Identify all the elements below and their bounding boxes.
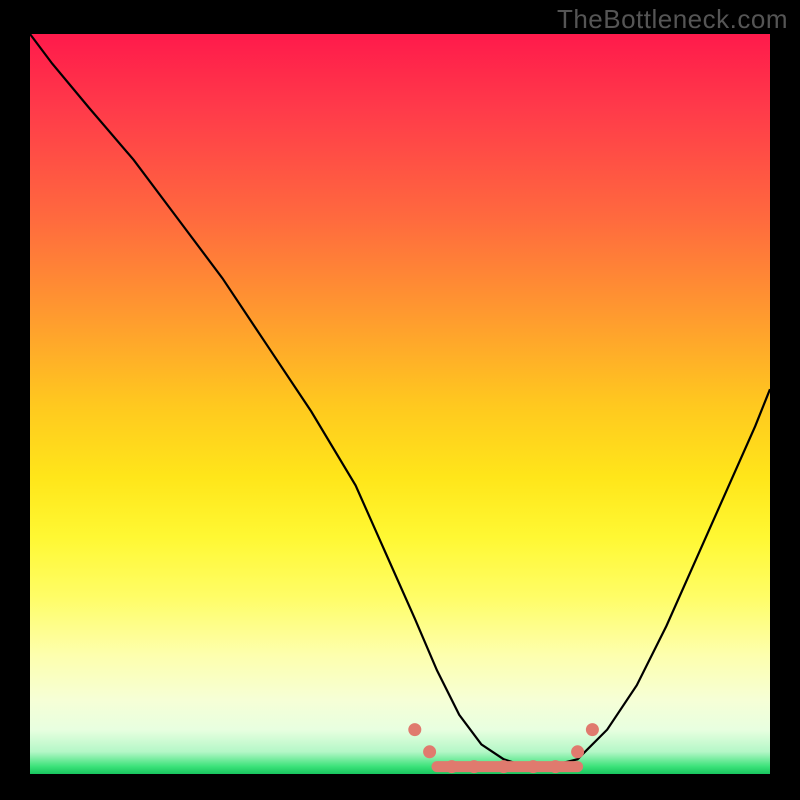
chart-svg bbox=[0, 0, 800, 800]
bottleneck-curve bbox=[30, 34, 770, 767]
valley-marker bbox=[445, 760, 458, 773]
valley-marker bbox=[497, 760, 510, 773]
valley-marker bbox=[586, 723, 599, 736]
valley-marker bbox=[549, 760, 562, 773]
valley-marker bbox=[423, 745, 436, 758]
valley-marker bbox=[468, 760, 481, 773]
watermark-text: TheBottleneck.com bbox=[557, 4, 788, 35]
outer-frame: TheBottleneck.com bbox=[0, 0, 800, 800]
valley-marker bbox=[527, 760, 540, 773]
valley-marker bbox=[571, 745, 584, 758]
valley-marker bbox=[408, 723, 421, 736]
